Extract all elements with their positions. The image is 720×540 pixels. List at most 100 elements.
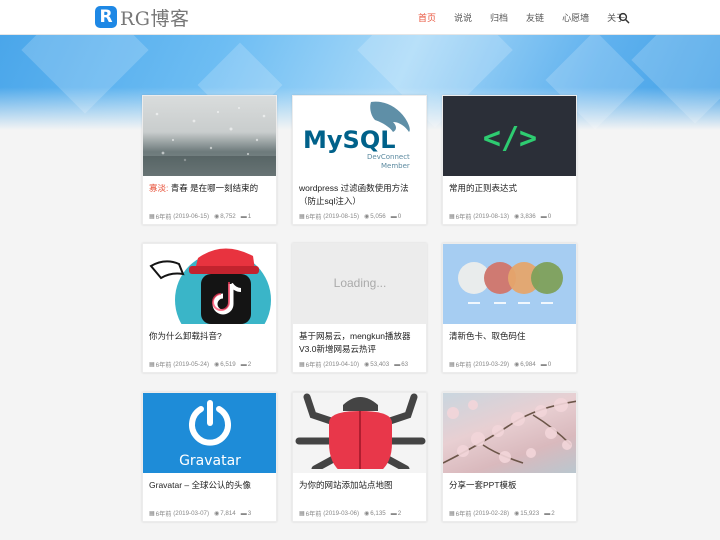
post-age: 6年前 bbox=[155, 214, 172, 221]
post-date: (2019-03-07) bbox=[173, 510, 210, 517]
post-title-text: 基于网易云，mengkun播放器V3.0新增网易云热评 bbox=[299, 331, 411, 354]
post-meta: ▦ 6年前 (2019-03-06) ◉ 6,135 ▬ 2 bbox=[299, 509, 425, 518]
calendar-icon: ▦ bbox=[299, 362, 305, 368]
post-comments: 3 bbox=[247, 510, 252, 517]
comment-icon: ▬ bbox=[544, 510, 551, 517]
post-thumbnail-code-brackets[interactable]: </> bbox=[443, 96, 576, 176]
post-thumbnail-color-circles[interactable] bbox=[443, 244, 576, 324]
post-age: 6年前 bbox=[455, 362, 472, 369]
search-icon[interactable] bbox=[618, 12, 630, 24]
mysql-text: MySQL bbox=[303, 126, 396, 154]
post-age: 6年前 bbox=[305, 214, 322, 221]
post-title-text: 你为什么卸载抖音? bbox=[149, 331, 222, 341]
eye-icon: ◉ bbox=[364, 511, 370, 517]
post-thumbnail-rainy-window[interactable] bbox=[143, 96, 276, 176]
post-comments: 0 bbox=[547, 361, 552, 368]
calendar-icon: ▦ bbox=[149, 511, 155, 517]
post-meta: ▦ 6年前 (2019-02-28) ◉ 15,923 ▬ 2 bbox=[449, 509, 575, 518]
post-meta: ▦ 6年前 (2019-03-07) ◉ 7,814 ▬ 3 bbox=[149, 509, 275, 518]
post-date: (2019-06-15) bbox=[173, 213, 210, 220]
eye-icon: ◉ bbox=[514, 214, 520, 220]
post-age: 6年前 bbox=[305, 362, 322, 369]
devconnect-text: DevConnect bbox=[367, 153, 410, 161]
site-logo[interactable]: R RG博客 bbox=[95, 5, 190, 30]
post-views: 6,519 bbox=[220, 361, 236, 368]
eye-icon: ◉ bbox=[214, 511, 220, 517]
post-comments: 2 bbox=[397, 510, 402, 517]
post-thumbnail-cherry-blossom[interactable] bbox=[443, 393, 576, 473]
post-thumbnail-loading[interactable]: Loading... bbox=[293, 244, 426, 324]
tiktok-mascot-graphic bbox=[149, 248, 271, 324]
post-thumbnail-gravatar-logo[interactable]: Gravatar bbox=[143, 393, 276, 473]
color-circles-graphic bbox=[458, 262, 563, 304]
post-title[interactable]: Gravatar – 全球公认的头像 bbox=[149, 479, 273, 492]
calendar-icon: ▦ bbox=[449, 362, 455, 368]
post-comments: 63 bbox=[401, 361, 409, 368]
post-title[interactable]: 常用的正则表达式 bbox=[449, 182, 573, 195]
post-comments: 1 bbox=[247, 213, 252, 220]
post-card[interactable]: 寡淡: 青春 是在哪一刻结束的 ▦ 6年前 (2019-06-15) ◉ 8,752… bbox=[142, 95, 277, 225]
comment-icon: ▬ bbox=[540, 361, 547, 368]
comment-icon: ▬ bbox=[240, 361, 247, 368]
post-card[interactable]: MySQL DevConnect Member wordpress 过滤函数使用… bbox=[292, 95, 427, 225]
code-brackets-text: </> bbox=[483, 121, 537, 156]
post-date: (2019-04-10) bbox=[323, 361, 360, 368]
eye-icon: ◉ bbox=[364, 362, 370, 368]
post-title-text: 分享一套PPT模板 bbox=[449, 480, 517, 490]
post-meta: ▦ 6年前 (2019-03-29) ◉ 6,984 ▬ 0 bbox=[449, 360, 575, 369]
post-card[interactable]: 清新色卡、取色码住 ▦ 6年前 (2019-03-29) ◉ 6,984 ▬ 0 bbox=[442, 243, 577, 373]
post-title[interactable]: 你为什么卸载抖音? bbox=[149, 330, 273, 343]
post-card[interactable]: 为你的网站添加站点地图 ▦ 6年前 (2019-03-06) ◉ 6,135 ▬ 2 bbox=[292, 392, 427, 522]
cherry-blossom-graphic bbox=[443, 398, 576, 464]
post-thumbnail-tiktok-mascot[interactable] bbox=[143, 244, 276, 324]
post-comments: 2 bbox=[247, 361, 252, 368]
post-title[interactable]: 寡淡: 青春 是在哪一刻结束的 bbox=[149, 182, 273, 195]
post-title[interactable]: 为你的网站添加站点地图 bbox=[299, 479, 423, 492]
eye-icon: ◉ bbox=[214, 214, 220, 220]
post-title-text: Gravatar – 全球公认的头像 bbox=[149, 480, 252, 490]
nav-item-shuoshuo[interactable]: 说说 bbox=[454, 11, 472, 24]
post-views: 53,403 bbox=[370, 361, 390, 368]
post-card[interactable]: 分享一套PPT模板 ▦ 6年前 (2019-02-28) ◉ 15,923 ▬ 2 bbox=[442, 392, 577, 522]
post-date: (2019-08-13) bbox=[473, 213, 510, 220]
post-title-text: 清新色卡、取色码住 bbox=[449, 331, 526, 341]
eye-icon: ◉ bbox=[514, 362, 520, 368]
logo-badge-icon: R bbox=[95, 6, 117, 28]
bug-illustration-graphic bbox=[293, 393, 426, 473]
post-meta: ▦ 6年前 (2019-05-24) ◉ 6,519 ▬ 2 bbox=[149, 360, 275, 369]
comment-icon: ▬ bbox=[240, 510, 247, 517]
calendar-icon: ▦ bbox=[149, 362, 155, 368]
post-card[interactable]: </> 常用的正则表达式 ▦ 6年前 (2019-08-13) ◉ 3,836 ▬ 0 bbox=[442, 95, 577, 225]
code-brackets-graphic: </> bbox=[483, 121, 537, 156]
post-title-text: wordpress 过滤函数使用方法（防止sql注入） bbox=[299, 183, 409, 206]
post-date: (2019-02-28) bbox=[473, 510, 510, 517]
calendar-icon: ▦ bbox=[149, 214, 155, 220]
logo-text: RG博客 bbox=[120, 7, 190, 30]
post-card[interactable]: Gravatar Gravatar – 全球公认的头像 ▦ 6年前 (2019-0… bbox=[142, 392, 277, 522]
nav-item-home[interactable]: 首页 bbox=[418, 11, 436, 24]
post-title[interactable]: 分享一套PPT模板 bbox=[449, 479, 573, 492]
post-title-text: 常用的正则表达式 bbox=[449, 183, 518, 193]
post-views: 6,984 bbox=[520, 361, 536, 368]
post-date: (2019-03-06) bbox=[323, 510, 360, 517]
member-text: Member bbox=[381, 162, 410, 170]
post-title[interactable]: 基于网易云，mengkun播放器V3.0新增网易云热评 bbox=[299, 330, 423, 356]
eye-icon: ◉ bbox=[514, 511, 520, 517]
post-thumbnail-bug[interactable] bbox=[293, 393, 426, 473]
post-title-text: 青春 是在哪一刻结束的 bbox=[170, 183, 259, 193]
nav-item-wishwall[interactable]: 心愿墙 bbox=[562, 11, 589, 24]
comment-icon: ▬ bbox=[240, 213, 247, 220]
eye-icon: ◉ bbox=[214, 362, 220, 368]
post-views: 6,135 bbox=[370, 510, 386, 517]
post-age: 6年前 bbox=[455, 214, 472, 221]
post-card[interactable]: Loading... 基于网易云，mengkun播放器V3.0新增网易云热评 ▦… bbox=[292, 243, 427, 373]
nav-item-links[interactable]: 友链 bbox=[526, 11, 544, 24]
post-title[interactable]: 清新色卡、取色码住 bbox=[449, 330, 573, 343]
comment-icon: ▬ bbox=[394, 361, 401, 368]
calendar-icon: ▦ bbox=[299, 214, 305, 220]
post-thumbnail-mysql-logo[interactable]: MySQL DevConnect Member bbox=[293, 96, 426, 176]
post-title[interactable]: wordpress 过滤函数使用方法（防止sql注入） bbox=[299, 182, 423, 208]
post-card[interactable]: 你为什么卸载抖音? ▦ 6年前 (2019-05-24) ◉ 6,519 ▬ 2 bbox=[142, 243, 277, 373]
nav-item-archive[interactable]: 归档 bbox=[490, 11, 508, 24]
post-meta: ▦ 6年前 (2019-08-13) ◉ 3,836 ▬ 0 bbox=[449, 212, 575, 221]
